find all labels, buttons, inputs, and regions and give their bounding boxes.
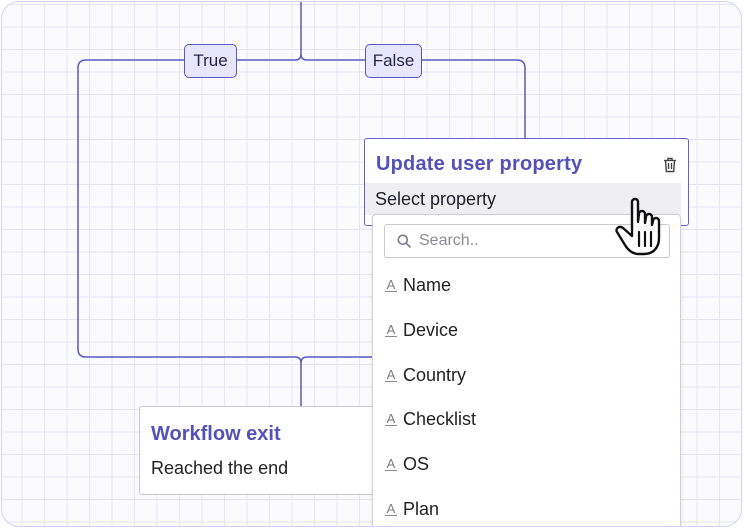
text-type-icon: A [385, 456, 397, 471]
exit-node-subtitle: Reached the end [151, 458, 289, 478]
option-label: Name [403, 274, 452, 295]
option-os[interactable]: A OS [385, 449, 665, 479]
text-type-icon: A [385, 411, 397, 426]
branch-true-label[interactable]: True [184, 44, 237, 78]
branch-false-label[interactable]: False [365, 44, 422, 78]
property-select-value: Select property [375, 188, 497, 209]
option-checklist[interactable]: A Checklist [385, 404, 665, 434]
node-title: Update user property [376, 153, 583, 175]
text-type-icon: A [385, 277, 397, 292]
option-name[interactable]: A Name [385, 270, 665, 300]
exit-node-title: Workflow exit [151, 423, 281, 445]
option-plan[interactable]: A Plan [385, 494, 665, 524]
option-label: OS [403, 453, 430, 474]
option-country[interactable]: A Country [385, 360, 665, 390]
text-type-icon: A [385, 322, 397, 337]
workflow-exit-node[interactable]: Workflow exit Reached the end [139, 406, 379, 495]
option-label: Plan [403, 498, 440, 519]
workflow-canvas[interactable]: True False Update user property Select p… [1, 1, 742, 527]
text-type-icon: A [385, 367, 397, 382]
text-type-icon: A [385, 501, 397, 516]
property-search-input[interactable] [417, 231, 641, 251]
option-label: Checklist [403, 408, 477, 429]
option-device[interactable]: A Device [385, 315, 665, 345]
branch-true-text: True [193, 51, 228, 70]
trash-icon[interactable] [663, 157, 677, 173]
option-label: Device [403, 319, 459, 340]
search-icon [397, 234, 411, 248]
option-label: Country [403, 364, 467, 385]
hand-pointer-cursor-icon [615, 197, 661, 256]
branch-false-text: False [372, 51, 415, 70]
property-dropdown-menu: A Name A Device A Country A Checklist A … [372, 214, 681, 526]
